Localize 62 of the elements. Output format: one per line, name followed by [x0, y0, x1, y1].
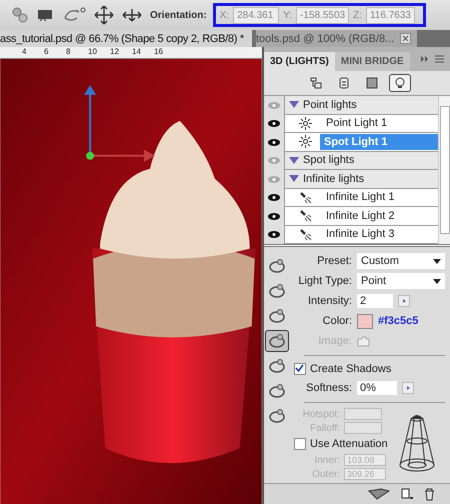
color-hex-text: #f3c5c5: [378, 315, 418, 327]
ruler-number: 12: [110, 47, 116, 56]
light-tool-icon[interactable]: [265, 330, 289, 352]
field-label: Preset:: [316, 255, 352, 267]
close-icon[interactable]: [400, 33, 412, 44]
move-tool-icon[interactable]: [94, 5, 116, 25]
panel-tab[interactable]: 3D (LIGHTS): [264, 52, 335, 71]
ruler-number: 8: [66, 47, 72, 56]
field-label: Light Type:: [297, 275, 352, 287]
infinite-light-icon: [299, 228, 312, 241]
sphere-tool-icon[interactable]: [10, 6, 30, 24]
caret-icon[interactable]: [433, 258, 441, 264]
hotspot-field[interactable]: [344, 408, 382, 420]
checkbox[interactable]: [294, 438, 306, 450]
axis-label: X:: [220, 10, 230, 20]
trash-icon[interactable]: [424, 488, 435, 500]
document-title: ass_tutorial.psd @ 66.7% (Shape 5 copy 2, RGB/8) *: [0, 32, 244, 44]
field-label: Intensity:: [306, 295, 352, 307]
mesh-icon[interactable]: [336, 76, 350, 90]
panel-tab[interactable]: MINI BRIDGE: [334, 52, 410, 71]
scrollbar[interactable]: [438, 96, 450, 244]
ruler-number: 4: [22, 47, 28, 56]
preset-dropdown[interactable]: Custom: [357, 253, 445, 269]
light-type-dropdown[interactable]: Point: [357, 273, 445, 289]
hierarchy-icon[interactable]: [308, 76, 322, 90]
falloff-field[interactable]: [344, 422, 382, 434]
checkbox[interactable]: [294, 363, 306, 375]
light-item[interactable]: Infinite Light 3: [320, 226, 438, 242]
infinite-light-icon: [299, 209, 312, 222]
slider-arrow-button[interactable]: [402, 382, 414, 394]
field-label: Softness:: [305, 382, 352, 394]
point-light-icon: [299, 116, 312, 130]
softness-field[interactable]: 0%: [357, 381, 397, 395]
caret-icon[interactable]: [433, 278, 441, 284]
new-item-icon[interactable]: [400, 488, 414, 500]
point-light-icon: [299, 135, 312, 148]
axis-label: Z:: [353, 10, 362, 20]
document-tab[interactable]: tools.psd @ 100% (RGB/8...: [256, 30, 418, 47]
square-icon[interactable]: [364, 76, 378, 90]
ruler-number: 6: [44, 47, 50, 56]
panel-menu-icon[interactable]: [421, 54, 445, 64]
expand-triangle-icon[interactable]: [289, 175, 299, 182]
color-swatch[interactable]: [357, 314, 373, 328]
expand-triangle-icon[interactable]: [289, 101, 299, 108]
light-filter-button[interactable]: [388, 74, 410, 92]
checkbox-label[interactable]: Use Attenuation: [310, 438, 388, 450]
intensity-field[interactable]: 2: [357, 294, 393, 308]
orientation-label: Orientation:: [150, 10, 207, 20]
light-bulb-icon[interactable]: [392, 76, 406, 90]
infinite-light-icon: [299, 190, 312, 204]
document-title: tools.psd @ 100% (RGB/8...: [256, 32, 394, 44]
checkbox-label[interactable]: Create Shadows: [310, 363, 392, 375]
field-label: Color:: [322, 315, 352, 327]
axis-label: Y:: [283, 10, 292, 20]
light-item[interactable]: Point Light 1: [320, 115, 438, 132]
expand-triangle-icon[interactable]: [289, 156, 299, 164]
light-item[interactable]: Infinite Light 2: [320, 208, 438, 224]
lights-icon[interactable]: [368, 488, 390, 500]
document-tab[interactable]: ass_tutorial.psd @ 66.7% (Shape 5 copy 2, RGB/8) *: [0, 30, 252, 47]
slider-arrow-button[interactable]: [398, 295, 410, 307]
light-item[interactable]: Infinite Light 1: [320, 189, 438, 206]
visibility-eye-icon[interactable]: [264, 226, 285, 244]
